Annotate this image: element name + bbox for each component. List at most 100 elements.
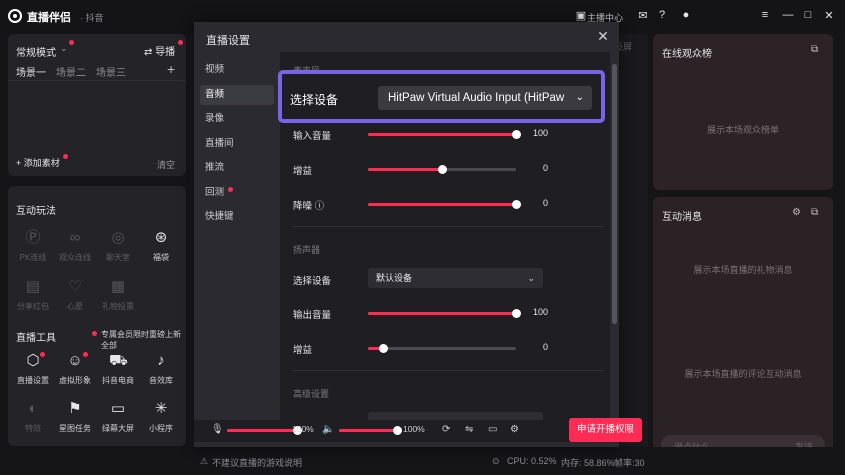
maximize-icon[interactable]: □ [801,8,815,22]
interactive-title: 互动玩法 [16,206,56,217]
game-warning-link[interactable]: 不建议直播的游戏说明 [212,456,302,469]
mic-volume-slider[interactable] [227,426,302,435]
advanced-select[interactable] [368,412,543,420]
tab-scene-3[interactable]: 场景三 [96,64,126,79]
star-task-tool[interactable]: ⚑ 星图任务 [53,400,97,434]
speaker-icon[interactable]: 🔈 [322,424,334,435]
red-packet-tool[interactable]: ▤ 分享红包 [11,278,55,312]
green-screen-tool[interactable]: ▭ 绿幕大屏 [96,400,140,434]
import-label: 导播 [155,47,176,58]
tools-panel: 互动玩法 Ⓟ PK连线 ∞ 观众连线 ◎ 聊天室 ⊛ 福袋 ▤ 分享红包 ♡ 心愿 ▦ 礼物投… [8,186,186,446]
nav-stream[interactable]: 推流 [200,158,274,178]
sound-library-tool[interactable]: ♪ 音效库 [139,352,183,386]
viewer-rank-title: 在线观众榜 [662,49,712,60]
tab-scene-2[interactable]: 场景二 [56,64,86,79]
nav-shortcuts[interactable]: 快捷键 [200,207,274,227]
effects-tool[interactable]: ◐ 特效 [11,400,55,434]
mode-select[interactable]: 常规模式 [16,44,56,59]
add-material-button[interactable]: + 添加素材 [16,156,60,169]
slider-knob[interactable] [393,426,402,435]
tool-label: 福袋 [153,253,169,262]
popout-icon[interactable]: ⧉ [811,207,818,218]
viewer-rank-panel: 在线观众榜 ⧉ 展示本场观众榜单 [653,34,833,190]
comment-empty: 展示本场直播的评论互动消息 [684,369,802,379]
notice-dot [178,40,183,45]
tool-label: 星图任务 [59,424,91,433]
ecommerce-tool[interactable]: ⛟ 抖音电商 [96,352,140,386]
speaker-volume-value: 100% [403,424,425,434]
apply-live-button[interactable]: 申请开播权限 [569,418,642,442]
noise-slider[interactable] [368,200,521,209]
tool-label: 音效库 [149,376,173,385]
close-icon[interactable]: ✕ [595,28,611,44]
vip-link[interactable]: 专属会员限时重磅上新 全部 [101,329,186,351]
wish-tool[interactable]: ♡ 心愿 [53,278,97,312]
heart-icon: ♡ [68,278,82,295]
live-settings-tool[interactable]: ⬡ 直播设置 [11,352,55,386]
audience-link-tool[interactable]: ∞ 观众连线 [53,229,97,263]
person-icon: ☺ [67,352,83,369]
mirror-icon[interactable]: ⇋ [465,424,473,435]
popout-icon[interactable]: ⧉ [811,44,818,55]
slider-fill [368,133,516,136]
tool-label: 绿幕大屏 [102,424,134,433]
nav-recording[interactable]: 录像 [200,109,274,129]
gain-slider[interactable] [368,165,516,174]
mini-program-icon: ✳ [154,400,168,417]
settings-icon[interactable]: ⚙ [792,207,801,218]
settings-icon[interactable]: ⚙ [510,424,519,435]
host-center-icon[interactable]: ▣ [574,8,588,22]
network-icon: ⊙ [492,456,500,466]
star-map-icon: ⚑ [68,400,82,417]
messages-icon[interactable]: ✉ [636,8,650,22]
avatar-tool[interactable]: ☺ 虚拟形象 [53,352,97,386]
minimize-icon[interactable]: — [781,8,795,22]
speaker-gain-value: 0 [542,342,548,352]
chevron-down-icon[interactable]: ⌄ [60,43,68,54]
nav-live-room[interactable]: 直播间 [200,134,274,154]
mini-program-tool[interactable]: ✳ 小程序 [139,400,183,434]
output-volume-slider[interactable] [368,309,521,318]
music-icon: ♪ [157,352,165,369]
close-icon[interactable]: ✕ [822,8,836,22]
pk-link-tool[interactable]: Ⓟ PK连线 [11,229,55,263]
cpu-usage: CPU: 0.52% [507,456,557,466]
nav-video[interactable]: 视频 [200,60,274,80]
rotate-icon[interactable]: ⟳ [442,424,450,435]
slider-knob[interactable] [438,165,447,174]
pk-icon: Ⓟ [25,229,41,246]
help-icon[interactable]: ? [655,8,669,22]
tab-scene-1[interactable]: 场景一 [16,64,46,79]
avatar-icon[interactable]: ● [679,8,693,22]
camera-icon[interactable]: ▭ [488,424,497,435]
speaker-volume-slider[interactable] [339,426,402,435]
gain-value: 0 [542,163,548,173]
nav-playback[interactable]: 回测 [200,183,274,203]
speaker-device-select[interactable]: 默认设备 ⌄ [368,268,543,288]
info-icon[interactable]: ⓘ [315,201,325,212]
scrollbar[interactable] [612,64,617,324]
divider [8,80,186,81]
viewer-rank-empty: 展示本场观众榜单 [706,125,779,135]
speaker-gain-slider[interactable] [368,344,516,353]
chevron-down-icon: ⌄ [527,273,535,283]
slider-knob[interactable] [378,344,388,353]
chevron-down-icon: ⌄ [572,86,584,110]
speaker-device-label: 选择设备 [293,276,332,287]
notice-dot [83,352,88,357]
clear-button[interactable]: 清空 [157,158,175,171]
chatroom-tool[interactable]: ◎ 聊天室 [96,229,140,263]
add-scene-icon[interactable]: + [167,61,175,77]
microphone-icon[interactable]: 🎙 [211,424,224,435]
gift-vote-tool[interactable]: ▦ 礼物投票 [96,278,140,312]
menu-icon[interactable]: ≡ [758,8,772,22]
import-button[interactable]: ⇄ 导播 [144,43,175,58]
input-volume-slider[interactable] [368,130,521,139]
red-packet-icon: ▤ [25,278,41,295]
mic-device-select[interactable]: HitPaw Virtual Audio Input (HitPaw ⌄ [378,86,592,110]
settings-nav: 视频 音频 录像 直播间 推流 回测 快捷键 [194,52,280,447]
notice-dot [228,187,233,192]
frame-rate: 帧率:30 [614,458,645,468]
lucky-bag-tool[interactable]: ⊛ 福袋 [139,229,183,263]
nav-audio[interactable]: 音频 [200,85,274,105]
